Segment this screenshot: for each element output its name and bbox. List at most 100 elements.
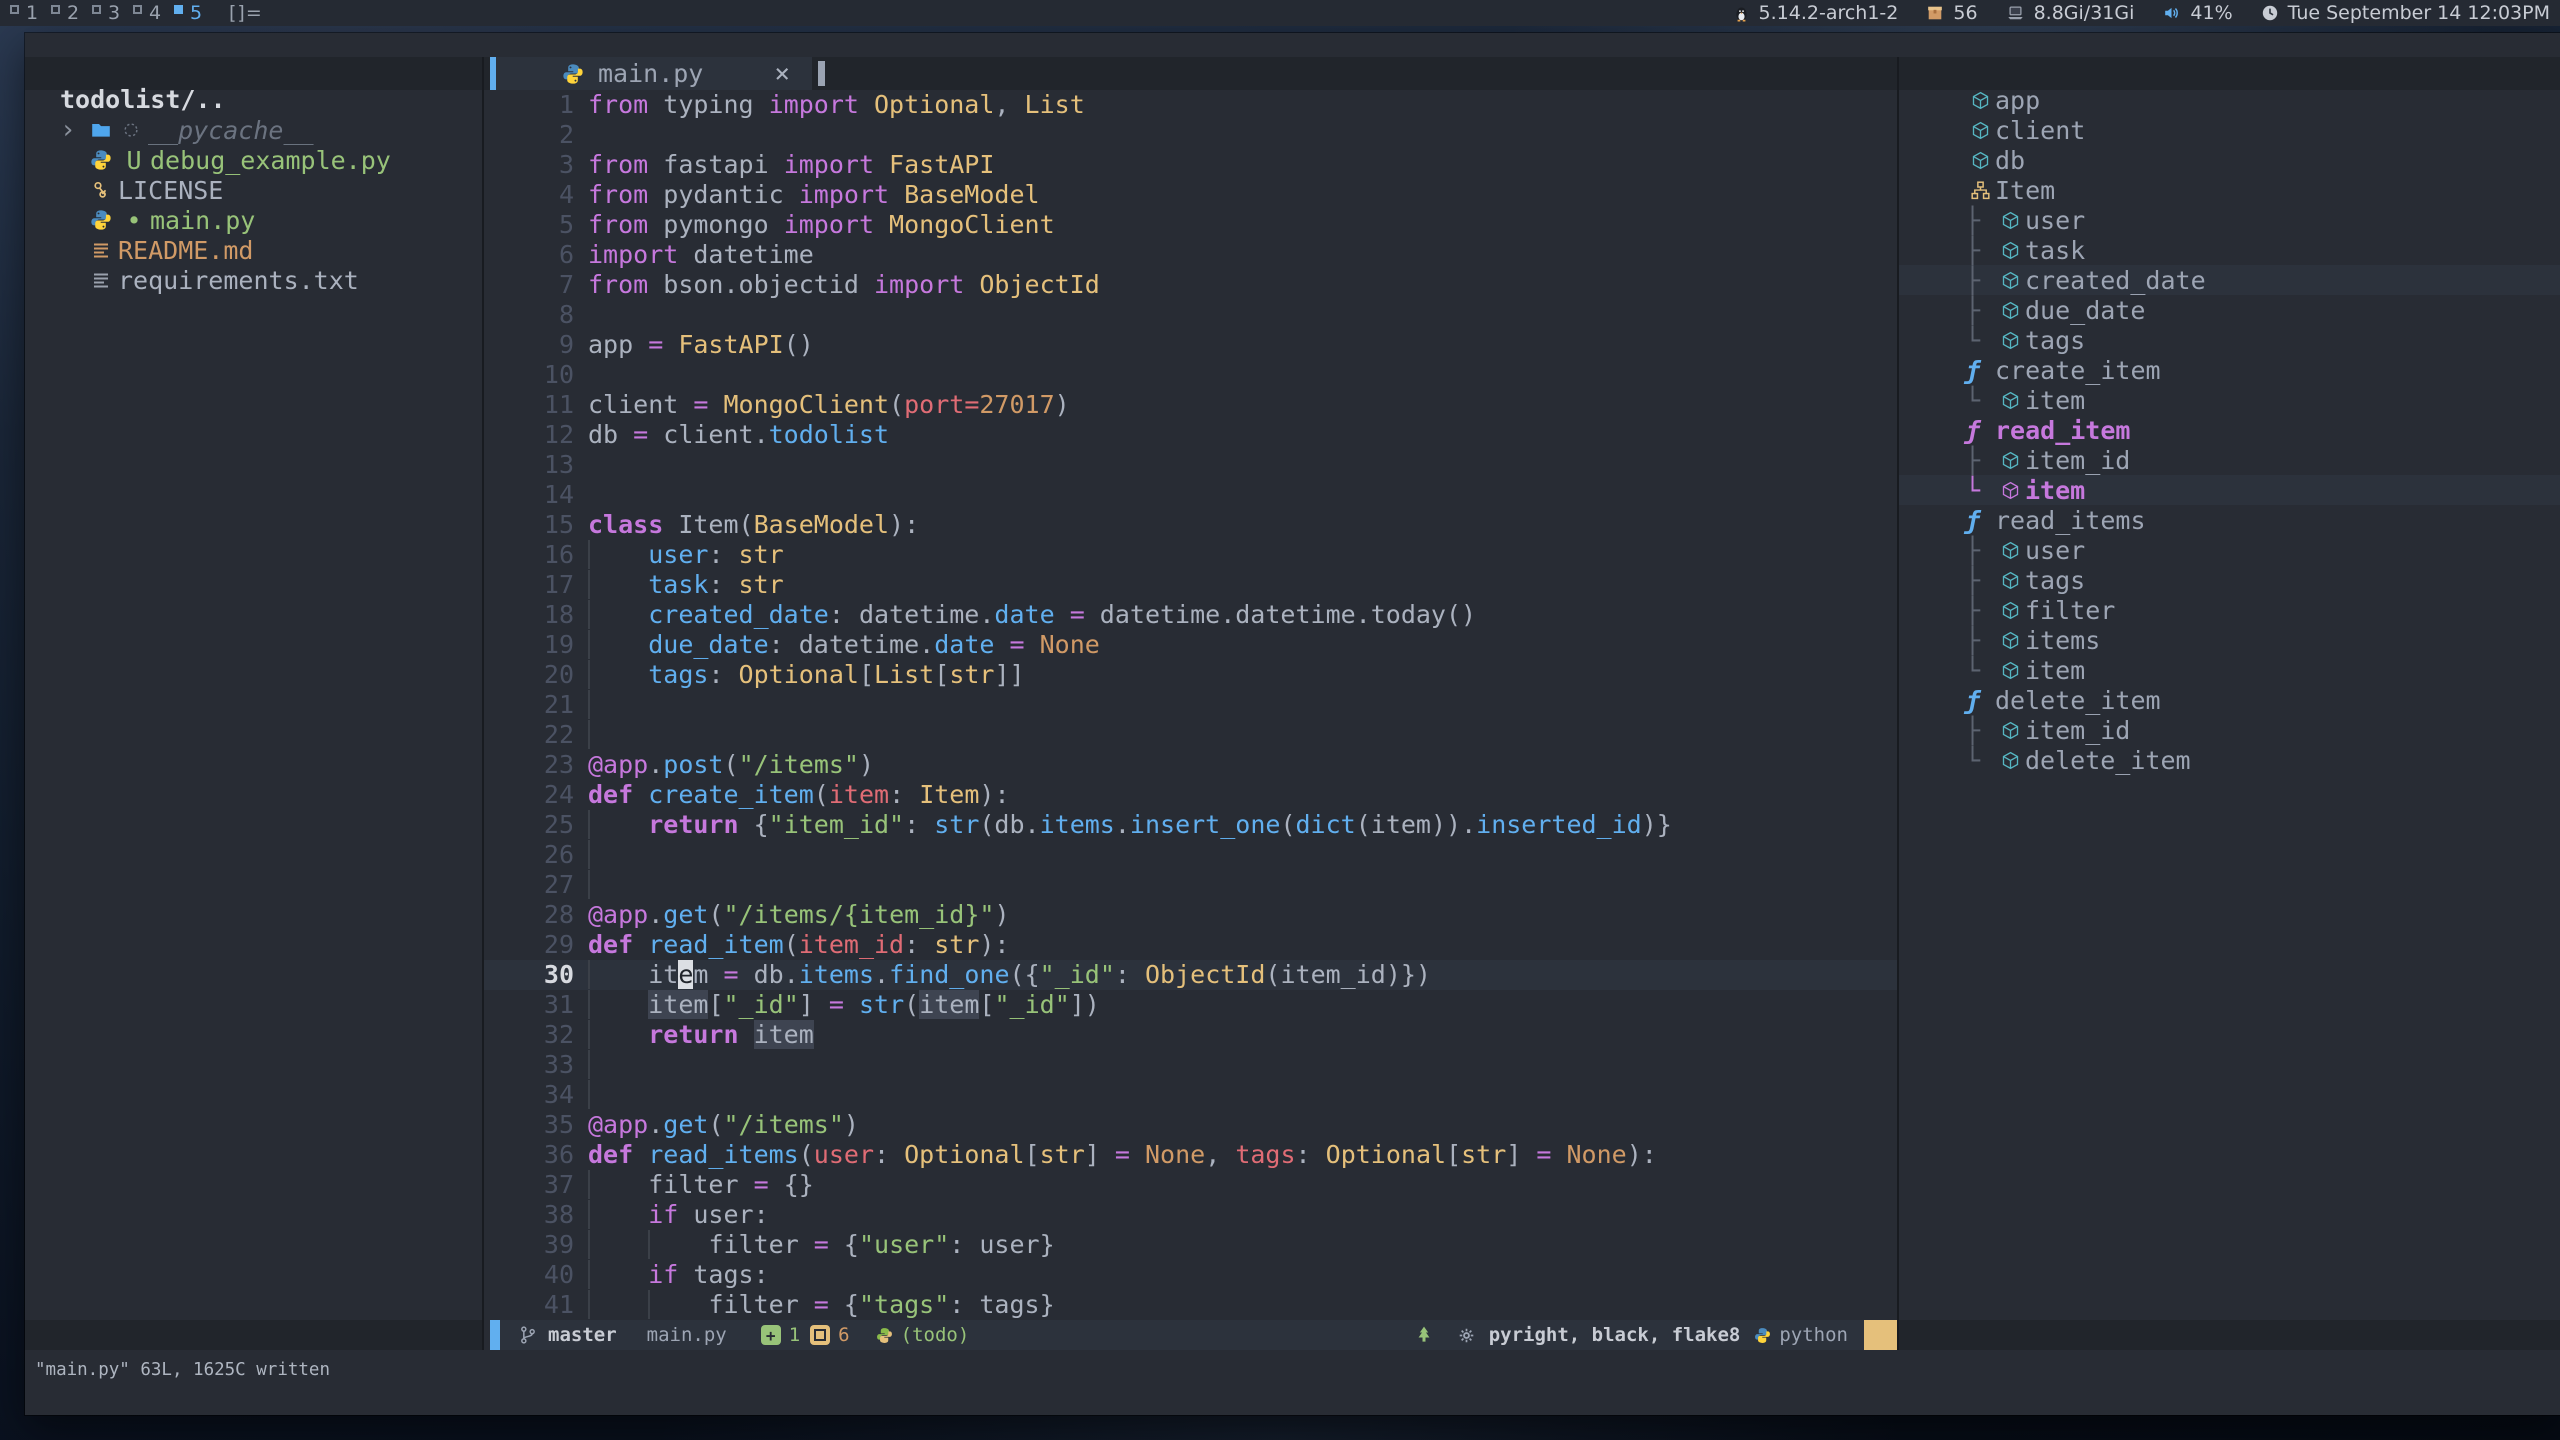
tagbar-item-item[interactable]: └item (1899, 655, 2560, 685)
tagbar-item-user[interactable]: ├user (1899, 535, 2560, 565)
code-line-2[interactable]: 2 (484, 120, 1897, 150)
line-number: 13 (484, 450, 588, 480)
code-line-4[interactable]: 4from pydantic import BaseModel (484, 180, 1897, 210)
tagbar-item-item[interactable]: └item (1899, 475, 2560, 505)
code-line-30[interactable]: 30 item = db.items.find_one({"_id": Obje… (484, 960, 1897, 990)
file-name: debug_example.py (150, 146, 391, 175)
code-line-13[interactable]: 13 (484, 450, 1897, 480)
workspace-1[interactable]: 1 (10, 2, 51, 24)
function-icon: ƒ (1965, 686, 1995, 715)
code-line-24[interactable]: 24def create_item(item: Item): (484, 780, 1897, 810)
code-line-39[interactable]: 39 filter = {"user": user} (484, 1230, 1897, 1260)
tagbar-item-filter[interactable]: ├filter (1899, 595, 2560, 625)
tagbar-item-Item[interactable]: Item (1899, 175, 2560, 205)
tag-name: app (1995, 86, 2040, 115)
code-line-31[interactable]: 31 item["_id"] = str(item["_id"]) (484, 990, 1897, 1020)
file-tree-item-LICENSE[interactable]: LICENSE (25, 175, 480, 205)
tagbar-item-task[interactable]: ├task (1899, 235, 2560, 265)
tabline-cursor (818, 61, 825, 86)
python-icon (88, 149, 114, 171)
code-line-37[interactable]: 37 filter = {} (484, 1170, 1897, 1200)
workspace-2[interactable]: 2 (51, 2, 92, 24)
tagbar-item-item[interactable]: └item (1899, 385, 2560, 415)
file-tree-item-requirements.txt[interactable]: requirements.txt (25, 265, 480, 295)
variable-icon (1965, 150, 1995, 171)
code-line-16[interactable]: 16 user: str (484, 540, 1897, 570)
code-line-33[interactable]: 33 (484, 1050, 1897, 1080)
code-line-19[interactable]: 19 due_date: datetime.date = None (484, 630, 1897, 660)
file-tree-item-debug_example.py[interactable]: Udebug_example.py (25, 145, 480, 175)
close-icon[interactable]: × (774, 59, 812, 89)
tagbar-item-create_item[interactable]: ƒcreate_item (1899, 355, 2560, 385)
code-line-23[interactable]: 23@app.post("/items") (484, 750, 1897, 780)
file-tree-item-README.md[interactable]: README.md (25, 235, 480, 265)
tagbar-item-client[interactable]: client (1899, 115, 2560, 145)
tagbar-item-delete_item[interactable]: └delete_item (1899, 745, 2560, 775)
tree-root-label[interactable]: todolist/.. (25, 85, 480, 115)
workspace-3[interactable]: 3 (92, 2, 133, 24)
line-number: 5 (484, 210, 588, 240)
file-tree-item-main.py[interactable]: •main.py (25, 205, 480, 235)
workspace-square-icon (174, 5, 183, 14)
code-line-1[interactable]: 1from typing import Optional, List (484, 90, 1897, 120)
clock-icon (2261, 4, 2279, 22)
code-line-15[interactable]: 15class Item(BaseModel): (484, 510, 1897, 540)
function-icon: ƒ (1965, 416, 1995, 445)
tagbar-item-user[interactable]: ├user (1899, 205, 2560, 235)
tagbar-item-tags[interactable]: └tags (1899, 325, 2560, 355)
code-line-36[interactable]: 36def read_items(user: Optional[str] = N… (484, 1140, 1897, 1170)
code-line-40[interactable]: 40 if tags: (484, 1260, 1897, 1290)
code-line-11[interactable]: 11client = MongoClient(port=27017) (484, 390, 1897, 420)
tagbar-item-delete_item[interactable]: ƒdelete_item (1899, 685, 2560, 715)
status-text: 8.8Gi/31Gi (2034, 2, 2135, 24)
code-line-26[interactable]: 26 (484, 840, 1897, 870)
file-tree-item-__pycache__[interactable]: ›__pycache__ (25, 115, 480, 145)
code-line-29[interactable]: 29def read_item(item_id: str): (484, 930, 1897, 960)
mdlines-icon (88, 240, 114, 260)
tagbar-item-tags[interactable]: ├tags (1899, 565, 2560, 595)
code-editor[interactable]: 1from typing import Optional, List23from… (484, 90, 1897, 1320)
code-line-21[interactable]: 21 (484, 690, 1897, 720)
kernel-icon (1733, 4, 1750, 23)
code-line-9[interactable]: 9app = FastAPI() (484, 330, 1897, 360)
workspace-5[interactable]: 5 (174, 2, 215, 24)
code-line-27[interactable]: 27 (484, 870, 1897, 900)
tab-main-py[interactable]: main.py × (496, 57, 812, 90)
file-explorer: todolist/.. ›__pycache__Udebug_example.p… (25, 85, 480, 1318)
tagbar-list: appclientdbItem├user├task├created_date├d… (1899, 85, 2560, 775)
code-line-32[interactable]: 32 return item (484, 1020, 1897, 1050)
code-line-38[interactable]: 38 if user: (484, 1200, 1897, 1230)
editor-cursor: e (678, 960, 693, 989)
code-line-28[interactable]: 28@app.get("/items/{item_id}") (484, 900, 1897, 930)
class-icon (1965, 180, 1995, 201)
code-line-41[interactable]: 41 filter = {"tags": tags} (484, 1290, 1897, 1320)
code-line-35[interactable]: 35@app.get("/items") (484, 1110, 1897, 1140)
code-line-34[interactable]: 34 (484, 1080, 1897, 1110)
code-line-5[interactable]: 5from pymongo import MongoClient (484, 210, 1897, 240)
tagbar-item-read_item[interactable]: ƒread_item (1899, 415, 2560, 445)
tagbar-item-item_id[interactable]: ├item_id (1899, 445, 2560, 475)
code-line-10[interactable]: 10 (484, 360, 1897, 390)
tagbar-item-items[interactable]: ├items (1899, 625, 2560, 655)
code-line-18[interactable]: 18 created_date: datetime.date = datetim… (484, 600, 1897, 630)
tagbar-item-due_date[interactable]: ├due_date (1899, 295, 2560, 325)
code-line-20[interactable]: 20 tags: Optional[List[str]] (484, 660, 1897, 690)
tagbar-item-app[interactable]: app (1899, 85, 2560, 115)
tagbar-item-created_date[interactable]: ├created_date (1899, 265, 2560, 295)
code-line-7[interactable]: 7from bson.objectid import ObjectId (484, 270, 1897, 300)
tree-connector: └ (1965, 476, 1995, 505)
code-line-6[interactable]: 6import datetime (484, 240, 1897, 270)
code-line-22[interactable]: 22 (484, 720, 1897, 750)
code-line-25[interactable]: 25 return {"item_id": str(db.items.inser… (484, 810, 1897, 840)
code-line-14[interactable]: 14 (484, 480, 1897, 510)
code-line-3[interactable]: 3from fastapi import FastAPI (484, 150, 1897, 180)
code-line-12[interactable]: 12db = client.todolist (484, 420, 1897, 450)
tagbar-item-db[interactable]: db (1899, 145, 2560, 175)
code-line-8[interactable]: 8 (484, 300, 1897, 330)
tagbar-item-read_items[interactable]: ƒread_items (1899, 505, 2560, 535)
workspace-4[interactable]: 4 (133, 2, 174, 24)
variable-icon (1995, 450, 2025, 471)
code-line-17[interactable]: 17 task: str (484, 570, 1897, 600)
tagbar-item-item_id[interactable]: ├item_id (1899, 715, 2560, 745)
variable-icon (1995, 480, 2025, 501)
